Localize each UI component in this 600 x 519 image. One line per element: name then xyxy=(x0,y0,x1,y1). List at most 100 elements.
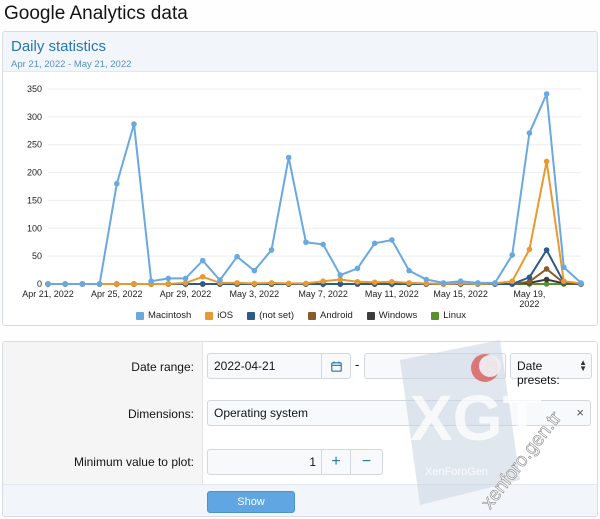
legend-item[interactable]: iOS xyxy=(205,310,233,321)
data-point xyxy=(303,239,309,246)
legend-item[interactable]: Linux xyxy=(431,310,466,321)
y-tick-label: 0 xyxy=(37,279,42,289)
minus-icon: − xyxy=(361,453,372,470)
minimum-value-input[interactable]: 1 xyxy=(207,449,323,475)
x-tick-label: Apr 25, 2022 xyxy=(91,289,143,299)
y-tick-label: 150 xyxy=(27,195,42,205)
x-tick-label: May 11, 2022 xyxy=(365,289,419,299)
data-point xyxy=(509,278,516,285)
x-tick-label: May 19, xyxy=(513,289,545,299)
data-point xyxy=(199,281,206,287)
filter-form: Date range: Dimensions: Minimum value to… xyxy=(2,341,598,517)
y-tick-label: 100 xyxy=(27,223,42,233)
series-line-notset xyxy=(48,248,582,285)
data-point xyxy=(526,274,533,281)
legend-label: (not set) xyxy=(259,310,294,321)
daily-statistics-block: Daily statistics Apr 21, 2022 - May 21, … xyxy=(2,31,598,326)
legend-label: iOS xyxy=(217,310,234,321)
y-tick-label: 350 xyxy=(27,84,42,94)
show-button[interactable]: Show xyxy=(207,491,295,513)
data-point xyxy=(79,281,86,287)
series-line-macintosh xyxy=(48,90,582,285)
legend-label: Linux xyxy=(443,310,467,321)
data-point xyxy=(492,280,498,286)
legend-label: Android xyxy=(320,310,353,321)
data-point xyxy=(251,267,258,274)
x-tick-label: Apr 29, 2022 xyxy=(160,289,212,299)
minimum-value-label: Minimum value to plot: xyxy=(73,455,194,469)
data-point xyxy=(354,265,361,272)
y-tick-label: 200 xyxy=(27,168,42,178)
date-presets-label: Date presets: xyxy=(517,359,560,387)
data-point xyxy=(199,257,206,264)
legend-item[interactable]: (not set) xyxy=(247,310,294,321)
data-point xyxy=(543,276,550,283)
legend-label: Macintosh xyxy=(147,310,192,321)
data-point xyxy=(578,280,584,286)
series-line-ios xyxy=(48,161,582,286)
data-point xyxy=(457,278,464,285)
data-point xyxy=(131,121,137,127)
data-point xyxy=(543,247,550,253)
legend-swatch xyxy=(205,311,214,320)
close-icon[interactable]: × xyxy=(576,405,584,420)
data-point xyxy=(543,158,550,165)
data-point xyxy=(131,281,137,287)
x-tick-label: May 15, 2022 xyxy=(433,289,488,299)
data-point xyxy=(113,180,120,187)
x-tick-label: May 3, 2022 xyxy=(230,289,280,299)
form-label-column: Date range: Dimensions: Minimum value to… xyxy=(3,342,203,484)
data-point xyxy=(475,280,481,286)
data-point xyxy=(526,246,533,253)
dimensions-label: Dimensions: xyxy=(127,407,194,421)
data-point xyxy=(543,266,550,272)
data-point xyxy=(148,278,154,285)
calendar-icon xyxy=(330,361,342,372)
data-point xyxy=(543,91,550,97)
form-footer: Show xyxy=(3,484,597,516)
end-date-input[interactable] xyxy=(364,353,478,379)
increment-button[interactable]: + xyxy=(321,449,351,475)
data-point xyxy=(303,280,309,287)
data-point xyxy=(251,280,258,287)
x-tick-label-year: 2022 xyxy=(519,299,539,309)
data-point xyxy=(113,281,120,287)
data-point xyxy=(526,130,533,136)
data-point xyxy=(45,281,51,287)
data-point xyxy=(285,154,292,161)
calendar-icon xyxy=(485,361,497,372)
data-point xyxy=(406,267,412,274)
data-point xyxy=(371,279,378,286)
dimensions-value: Operating system xyxy=(214,406,309,420)
date-range-label: Date range: xyxy=(131,360,194,374)
x-tick-label: May 7, 2022 xyxy=(298,289,348,299)
data-point xyxy=(165,275,172,282)
legend-swatch xyxy=(366,311,375,320)
data-point xyxy=(440,280,447,286)
data-point xyxy=(165,281,172,287)
decrement-button[interactable]: − xyxy=(350,449,383,475)
data-point xyxy=(371,240,378,247)
data-point xyxy=(320,278,326,285)
data-point xyxy=(285,280,292,287)
data-point xyxy=(354,278,361,285)
data-point xyxy=(62,281,68,287)
start-date-calendar-button[interactable] xyxy=(321,353,351,379)
y-tick-label: 250 xyxy=(27,140,42,150)
legend-item[interactable]: Android xyxy=(308,310,353,321)
date-separator: - xyxy=(355,357,360,372)
dimensions-select[interactable]: Operating system × xyxy=(207,400,591,426)
data-point xyxy=(234,253,240,260)
date-presets-select[interactable]: Date presets: ▲ ▼ xyxy=(510,353,592,387)
data-point xyxy=(234,280,240,286)
legend-item[interactable]: Macintosh xyxy=(135,310,192,321)
y-tick-label: 300 xyxy=(27,112,42,122)
plus-icon: + xyxy=(331,453,341,470)
end-date-calendar-button[interactable] xyxy=(476,353,506,379)
legend-swatch xyxy=(308,311,316,320)
data-point xyxy=(406,280,412,286)
legend-swatch xyxy=(431,311,440,320)
start-date-input[interactable]: 2022-04-21 xyxy=(207,353,323,379)
legend-item[interactable]: Windows xyxy=(366,310,417,321)
line-chart: 0 50 100 150 200 250 300 350 Apr 21, 2022 Apr 25,… xyxy=(22,84,584,309)
